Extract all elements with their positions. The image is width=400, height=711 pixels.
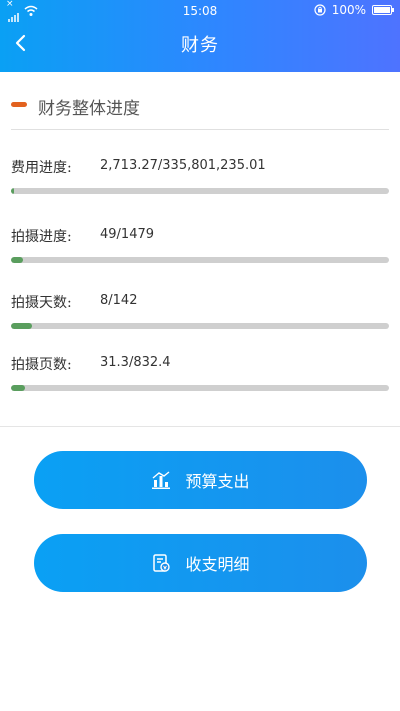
ledger-icon <box>151 553 171 573</box>
progress-bar <box>11 323 389 329</box>
budget-expense-label: 预算支出 <box>185 472 250 491</box>
metric-value: 49/1479 <box>100 227 155 242</box>
content-divider <box>0 426 400 427</box>
progress-fill <box>11 323 33 329</box>
progress-bar <box>11 257 389 263</box>
section-title: 财务整体进度 <box>38 99 140 119</box>
section-divider <box>11 129 389 130</box>
battery-percent: 100% <box>331 3 366 17</box>
metric-value: 31.3/832.4 <box>100 355 171 370</box>
progress-fill <box>11 257 24 263</box>
status-bar: × 15:08 100% <box>0 0 400 22</box>
page-title: 财务 <box>181 35 219 56</box>
income-expense-label: 收支明细 <box>185 555 250 574</box>
progress-fill <box>11 188 15 194</box>
rotation-lock-icon <box>314 4 326 16</box>
metric-value: 8/142 <box>100 293 138 308</box>
progress-fill <box>11 385 26 391</box>
metric-label: 拍摄进度: <box>11 229 72 245</box>
metric-label: 拍摄天数: <box>11 295 72 311</box>
metric-label: 拍摄页数: <box>11 357 72 373</box>
status-right: 100% <box>314 3 394 17</box>
metric-label: 费用进度: <box>11 160 72 176</box>
app-header: × 15:08 100% 财务 <box>0 0 400 72</box>
income-expense-button[interactable]: 收支明细 <box>34 534 367 592</box>
battery-icon <box>372 5 394 15</box>
section-header: 财务整体进度 <box>0 72 400 130</box>
bar-chart-icon <box>151 470 171 490</box>
section-marker <box>11 102 27 107</box>
nav-bar: 财务 <box>0 22 400 66</box>
progress-bar <box>11 385 389 391</box>
metric-value: 2,713.27/335,801,235.01 <box>100 158 266 173</box>
budget-expense-button[interactable]: 预算支出 <box>34 451 367 509</box>
progress-bar <box>11 188 389 194</box>
